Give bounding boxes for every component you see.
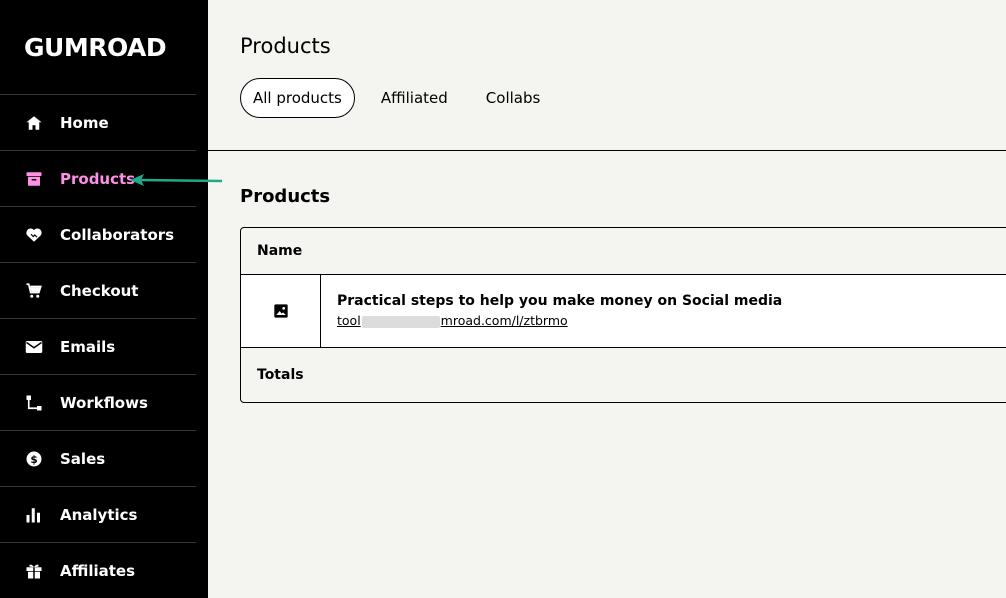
envelope-icon xyxy=(24,337,44,357)
page-title: Products xyxy=(240,34,331,58)
sidebar-item-emails[interactable]: Emails xyxy=(0,318,196,374)
dollar-circle-icon: $ xyxy=(24,449,44,469)
sidebar-item-label: Analytics xyxy=(60,505,138,524)
product-name[interactable]: Practical steps to help you make money o… xyxy=(337,293,782,309)
product-thumbnail xyxy=(241,275,321,347)
bar-chart-icon xyxy=(24,505,44,525)
table-row[interactable]: Practical steps to help you make money o… xyxy=(241,275,1006,348)
sidebar-item-affiliates[interactable]: Affiliates xyxy=(0,542,196,598)
sidebar-item-checkout[interactable]: Checkout xyxy=(0,262,196,318)
product-url-link[interactable]: tool mroad.com/l/ztbrmo xyxy=(337,313,568,328)
sidebar-item-label: Workflows xyxy=(60,393,148,412)
workflow-icon xyxy=(24,393,44,413)
sidebar-item-analytics[interactable]: Analytics xyxy=(0,486,196,542)
image-icon xyxy=(273,304,288,318)
cart-icon xyxy=(24,281,44,301)
tab-affiliated[interactable]: Affiliated xyxy=(369,78,460,118)
sidebar-item-workflows[interactable]: Workflows xyxy=(0,374,196,430)
sidebar-item-label: Home xyxy=(60,113,109,132)
handshake-icon xyxy=(24,225,44,245)
sidebar-item-label: Sales xyxy=(60,449,106,468)
annotation-arrow xyxy=(130,174,223,186)
archive-box-icon xyxy=(24,169,44,189)
gumroad-logo[interactable]: GUMROAD xyxy=(24,33,167,62)
sidebar-item-label: Products xyxy=(60,169,136,188)
sidebar-item-label: Affiliates xyxy=(60,561,136,580)
sidebar-item-sales[interactable]: $ Sales xyxy=(0,430,196,486)
sidebar-item-label: Emails xyxy=(60,337,116,356)
home-icon xyxy=(24,113,44,133)
product-cell: Practical steps to help you make money o… xyxy=(321,275,798,347)
sidebar-nav: Home Products Collaborators Checkout Ema… xyxy=(0,94,196,598)
sidebar-item-home[interactable]: Home xyxy=(0,94,196,150)
product-tabs: All products Affiliated Collabs xyxy=(240,78,566,118)
sidebar-item-label: Collaborators xyxy=(60,225,175,244)
product-url-suffix: mroad.com/l/ztbrmo xyxy=(440,313,568,328)
svg-text:$: $ xyxy=(30,453,37,465)
sidebar-item-label: Checkout xyxy=(60,281,139,300)
table-footer-totals: Totals xyxy=(257,367,304,383)
tab-collabs[interactable]: Collabs xyxy=(474,78,553,118)
sidebar-item-collaborators[interactable]: Collaborators xyxy=(0,206,196,262)
product-url-prefix: tool xyxy=(337,313,361,328)
products-table: Name Practical steps to help you make mo… xyxy=(240,227,1006,403)
redacted-blur xyxy=(361,315,440,328)
section-title: Products xyxy=(240,186,331,207)
sidebar: GUMROAD Home Products Collaborators Chec… xyxy=(0,0,208,598)
table-header-name[interactable]: Name xyxy=(241,228,1006,275)
tab-all-products[interactable]: All products xyxy=(240,78,355,118)
header-divider xyxy=(208,150,1006,151)
gift-icon xyxy=(24,561,44,581)
